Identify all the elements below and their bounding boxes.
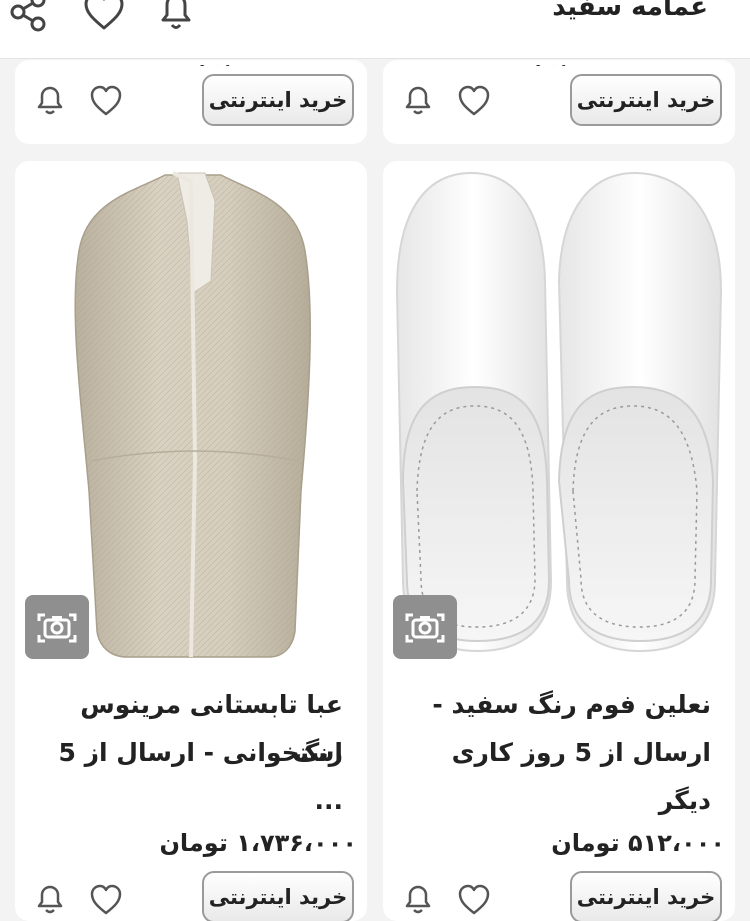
bell-icon[interactable] — [401, 84, 435, 118]
product-card-slippers[interactable]: نعلین فوم رنگ سفید - ارسال از 5 روز کاری… — [383, 161, 735, 921]
buy-online-button[interactable]: خرید اینترنتی — [202, 74, 354, 126]
bell-icon[interactable] — [33, 883, 67, 917]
heart-icon[interactable] — [457, 883, 491, 917]
bell-icon[interactable] — [401, 883, 435, 917]
product-price: ۵۱۲،۰۰۰ تومان — [551, 829, 725, 857]
camera-icon — [37, 613, 77, 643]
visual-search-button[interactable] — [393, 595, 457, 659]
top-bar: عمامه سفید — [0, 0, 750, 59]
product-title-line-2[interactable]: استخوانی - ارسال از 5 ... — [23, 729, 343, 825]
product-title-line-1[interactable]: نعلین فوم رنگ سفید - — [391, 681, 711, 729]
heart-icon[interactable] — [89, 84, 123, 118]
product-title-line-2[interactable]: ارسال از 5 روز کاری دیگر — [391, 729, 711, 825]
product-card-aba[interactable]: عبا تابستانی مرینوس رنگ استخوانی - ارسال… — [15, 161, 367, 921]
buy-online-button[interactable]: خرید اینترنتی — [570, 871, 722, 921]
buy-online-button[interactable]: خرید اینترنتی — [202, 871, 354, 921]
product-card-top-left: خرید اینترنتی — [15, 60, 367, 144]
product-price: ۱،۷۳۶،۰۰۰ تومان — [159, 829, 357, 857]
heart-icon[interactable] — [457, 84, 491, 118]
clipped-text-fragment — [533, 60, 583, 66]
bell-icon[interactable] — [33, 84, 67, 118]
product-card-top-right: خرید اینترنتی — [383, 60, 735, 144]
share-icon[interactable] — [6, 0, 50, 34]
heart-icon[interactable] — [82, 0, 126, 34]
bell-icon[interactable] — [154, 0, 198, 34]
visual-search-button[interactable] — [25, 595, 89, 659]
clipped-text-fragment — [197, 60, 247, 66]
heart-icon[interactable] — [89, 883, 123, 917]
camera-icon — [405, 613, 445, 643]
page-title: عمامه سفید — [552, 0, 708, 22]
buy-online-button[interactable]: خرید اینترنتی — [570, 74, 722, 126]
